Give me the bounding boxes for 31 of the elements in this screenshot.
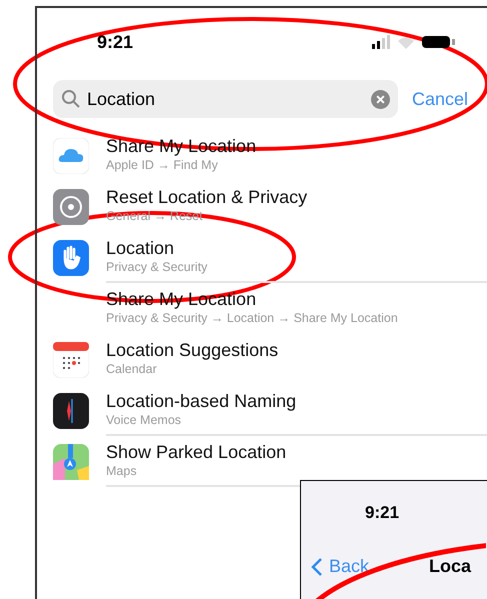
- gear-icon: [53, 188, 89, 224]
- result-path: Calendar: [106, 361, 158, 377]
- search-icon: [61, 89, 81, 109]
- waveform-icon: [53, 392, 89, 428]
- result-title: Location: [106, 238, 176, 259]
- clear-icon[interactable]: [371, 90, 390, 108]
- chevron-icon: [311, 556, 323, 576]
- nav-title: Loca: [429, 556, 472, 577]
- result-path: Maps: [106, 463, 138, 479]
- result-path: Voice Memos: [106, 412, 182, 428]
- cloud-icon: [53, 138, 89, 174]
- status-time: 9:21: [365, 503, 400, 523]
- result-path: Privacy & Security: [106, 259, 208, 275]
- wifi-icon: [398, 35, 414, 49]
- result-title: Show Parked Location: [106, 442, 288, 463]
- result-title: Location Suggestions: [106, 340, 280, 361]
- battery-icon: [422, 36, 455, 48]
- hand-icon: [53, 240, 89, 276]
- result-title: Location-based Naming: [106, 391, 298, 412]
- search-result[interactable]: Location Suggestions Calendar: [37, 334, 487, 385]
- result-path: Privacy & Security → Location → Share My Location: [106, 310, 399, 326]
- result-path: Apple ID → Find My: [106, 157, 219, 173]
- result-title: Reset Location & Privacy: [106, 187, 308, 208]
- search-input[interactable]: Location: [87, 88, 365, 110]
- status-time: 9:21: [97, 32, 134, 52]
- map-icon: [53, 444, 89, 480]
- signal-icon: [372, 34, 390, 50]
- calendar-icon: [53, 342, 89, 378]
- search-result[interactable]: Location-based Naming Voice Memos: [37, 385, 487, 436]
- search-result[interactable]: Location Privacy & Security: [37, 232, 487, 283]
- search-bar[interactable]: Location: [53, 80, 398, 118]
